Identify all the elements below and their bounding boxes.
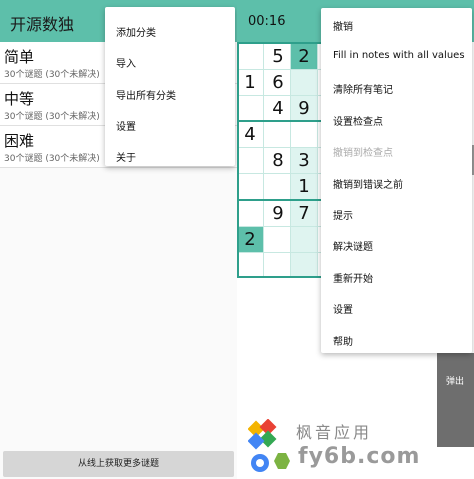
grid-line bbox=[237, 69, 322, 70]
popup-button-label: 弹出 bbox=[446, 377, 465, 387]
menu-item-add-category[interactable]: 添加分类 bbox=[116, 24, 156, 39]
grid-line bbox=[237, 252, 322, 253]
sudoku-cell-highlighted[interactable]: 2 bbox=[237, 227, 263, 253]
category-name: 简单 bbox=[4, 48, 35, 66]
menu-item-help[interactable]: 帮助 bbox=[333, 333, 353, 348]
sudoku-cell[interactable]: 3 bbox=[291, 148, 317, 174]
get-more-puzzles-button[interactable]: 从线上获取更多谜题 bbox=[3, 451, 234, 477]
sudoku-cell[interactable]: 1 bbox=[291, 174, 317, 200]
grid-border bbox=[237, 120, 322, 122]
category-count: 30个谜题 (30个未解决) bbox=[4, 154, 100, 164]
sudoku-cell[interactable] bbox=[291, 70, 317, 96]
watermark-text: 枫音应用 bbox=[296, 423, 373, 442]
menu-item-fill-notes[interactable]: Fill in notes with all values bbox=[333, 50, 465, 61]
grid-line bbox=[290, 42, 291, 278]
overflow-menu-right: 撤销 Fill in notes with all values 清除所有笔记 … bbox=[321, 8, 472, 353]
overflow-menu-left: 添加分类 导入 导出所有分类 设置 关于 bbox=[105, 7, 235, 166]
menu-item-import[interactable]: 导入 bbox=[116, 55, 136, 70]
watermark-logo-icon bbox=[248, 419, 290, 472]
sudoku-cell-selected[interactable]: 2 bbox=[291, 44, 317, 70]
menu-item-settings[interactable]: 设置 bbox=[116, 118, 136, 133]
menu-item-export-all[interactable]: 导出所有分类 bbox=[116, 87, 176, 102]
menu-item-about[interactable]: 关于 bbox=[116, 149, 136, 164]
grid-border bbox=[237, 42, 239, 278]
menu-item-set-checkpoint[interactable]: 设置检查点 bbox=[333, 113, 383, 128]
sudoku-board[interactable]: 5 2 1 6 4 9 4 8 3 1 9 7 2 bbox=[237, 42, 322, 278]
sudoku-cell[interactable]: 4 bbox=[237, 122, 263, 148]
menu-item-hint[interactable]: 提示 bbox=[333, 207, 353, 222]
menu-item-settings[interactable]: 设置 bbox=[333, 301, 353, 316]
grid-border bbox=[237, 42, 322, 44]
category-count: 30个谜题 (30个未解决) bbox=[4, 112, 100, 122]
watermark-url: fy6b.com bbox=[298, 444, 421, 469]
sudoku-cell[interactable]: 1 bbox=[237, 70, 263, 96]
menu-item-restart[interactable]: 重新开始 bbox=[333, 270, 373, 285]
sudoku-cell[interactable]: 8 bbox=[265, 148, 291, 174]
game-timer: 00:16 bbox=[248, 14, 286, 29]
sudoku-cell[interactable]: 9 bbox=[265, 201, 291, 227]
menu-item-clear-notes[interactable]: 清除所有笔记 bbox=[333, 81, 393, 96]
grid-line bbox=[317, 42, 318, 278]
grid-line bbox=[237, 173, 322, 174]
menu-item-undo-before-mistake[interactable]: 撤销到错误之前 bbox=[333, 176, 403, 191]
menu-item-undo[interactable]: 撤销 bbox=[333, 18, 353, 33]
menu-item-undo-to-checkpoint: 撤销到检查点 bbox=[333, 148, 393, 159]
grid-border bbox=[237, 199, 322, 201]
grid-line bbox=[237, 226, 322, 227]
menu-item-solve[interactable]: 解决谜题 bbox=[333, 238, 373, 253]
sudoku-cell[interactable] bbox=[291, 227, 317, 253]
grid-line bbox=[263, 42, 264, 278]
grid-line bbox=[237, 95, 322, 96]
app-title: 开源数独 bbox=[10, 15, 75, 34]
sudoku-cell[interactable]: 6 bbox=[265, 70, 291, 96]
sudoku-cell[interactable] bbox=[291, 253, 317, 278]
sudoku-cell[interactable]: 9 bbox=[291, 96, 317, 122]
category-name: 中等 bbox=[4, 90, 35, 108]
grid-border bbox=[237, 276, 322, 278]
popup-button[interactable] bbox=[437, 353, 474, 447]
sudoku-cell[interactable]: 5 bbox=[265, 44, 291, 70]
category-count: 30个谜题 (30个未解决) bbox=[4, 70, 100, 80]
sudoku-cell[interactable]: 7 bbox=[291, 201, 317, 227]
sudoku-cell[interactable]: 4 bbox=[265, 96, 291, 122]
category-name: 困难 bbox=[4, 132, 35, 150]
grid-line bbox=[237, 147, 322, 148]
